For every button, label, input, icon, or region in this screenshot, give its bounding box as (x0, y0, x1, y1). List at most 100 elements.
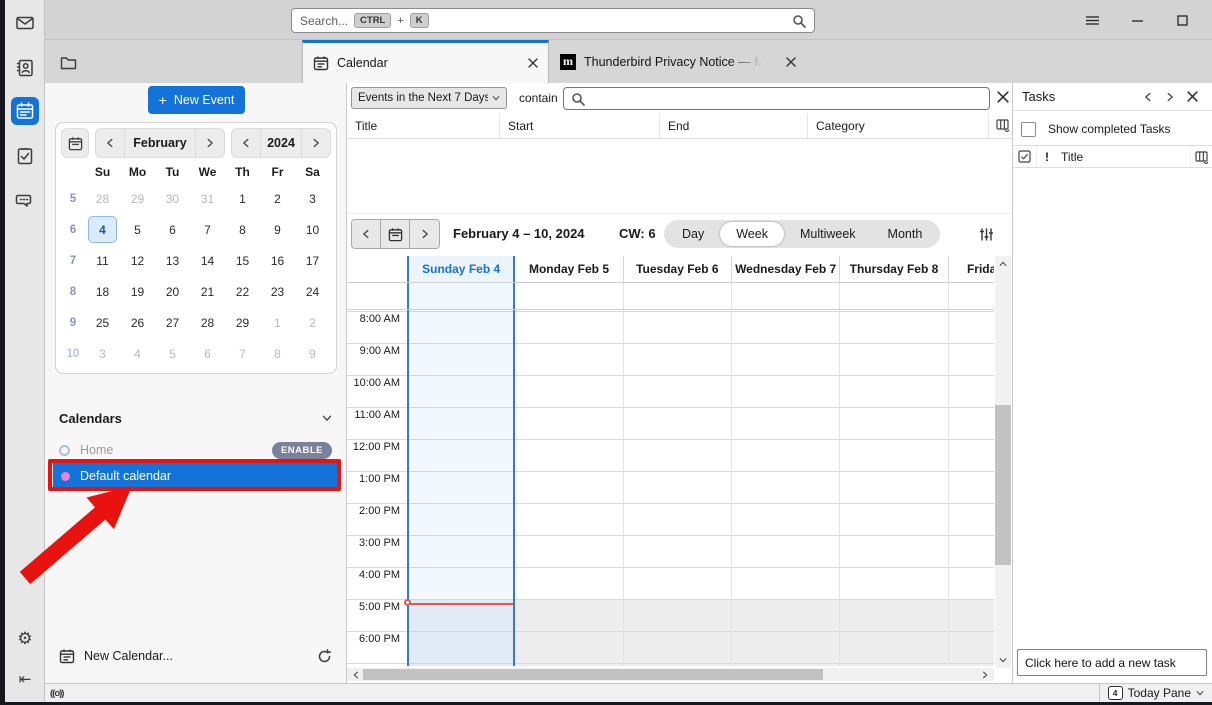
events-range-dropdown[interactable]: Events in the Next 7 Days (351, 87, 507, 109)
mini-day[interactable]: 15 (225, 245, 260, 276)
day-column[interactable] (732, 310, 840, 666)
mini-day[interactable]: 9 (295, 338, 330, 369)
mini-day[interactable]: 2 (260, 183, 295, 214)
allday-cell[interactable] (949, 283, 994, 309)
horizontal-scrollbar-thumb[interactable] (363, 669, 823, 680)
mini-day[interactable]: 31 (190, 183, 225, 214)
vertical-scrollbar-thumb[interactable] (995, 405, 1011, 565)
day-column-header[interactable]: Sunday Feb 4 (407, 256, 515, 282)
app-menu-button[interactable] (1079, 8, 1105, 32)
tasks-next-button[interactable] (1159, 92, 1181, 102)
mini-day[interactable]: 1 (225, 183, 260, 214)
mini-day[interactable]: 12 (120, 245, 155, 276)
tasks-previous-button[interactable] (1137, 92, 1159, 102)
day-column[interactable] (840, 310, 948, 666)
tab-close-button[interactable] (786, 57, 796, 67)
tab-privacy-notice[interactable]: m Thunderbird Privacy Notice — Mozi (550, 40, 806, 83)
day-column-header[interactable]: Wednesday Feb 7 (732, 256, 840, 282)
day-column[interactable] (407, 310, 515, 666)
mini-day[interactable]: 23 (260, 276, 295, 307)
view-tab-multiweek[interactable]: Multiweek (784, 222, 872, 246)
mini-day[interactable]: 14 (190, 245, 225, 276)
add-task-input[interactable]: Click here to add a new task (1017, 649, 1207, 676)
previous-month-button[interactable] (96, 129, 124, 157)
next-month-button[interactable] (196, 129, 224, 157)
mini-day[interactable]: 29 (120, 183, 155, 214)
space-address-book-button[interactable] (12, 55, 38, 81)
mini-day[interactable]: 7 (225, 338, 260, 369)
mini-day[interactable]: 3 (85, 338, 120, 369)
day-column[interactable] (624, 310, 732, 666)
space-chat-button[interactable] (12, 188, 38, 214)
mini-day[interactable]: 10 (295, 214, 330, 245)
day-column-header[interactable]: Monday Feb 5 (515, 256, 623, 282)
mini-day[interactable]: 30 (155, 183, 190, 214)
day-column-header[interactable]: Tuesday Feb 6 (624, 256, 732, 282)
mini-day[interactable]: 25 (85, 307, 120, 338)
view-tab-day[interactable]: Day (666, 222, 720, 246)
next-week-button[interactable] (410, 220, 439, 248)
events-column-header[interactable]: End (660, 113, 808, 138)
mini-day[interactable]: 27 (155, 307, 190, 338)
mini-day[interactable]: 26 (120, 307, 155, 338)
mini-day[interactable]: 4 (120, 338, 155, 369)
priority-column-header[interactable]: ! (1037, 150, 1057, 164)
tab-close-button[interactable] (528, 58, 538, 68)
mini-day[interactable]: 7 (190, 214, 225, 245)
enable-badge[interactable]: ENABLE (272, 442, 332, 459)
mini-day[interactable]: 5 (155, 338, 190, 369)
allday-cell[interactable] (407, 283, 515, 309)
allday-cell[interactable] (515, 283, 623, 309)
space-tasks-button[interactable] (12, 143, 38, 169)
maximize-button[interactable] (1169, 8, 1195, 32)
completed-column-header[interactable] (1013, 146, 1037, 167)
sync-icon[interactable] (317, 649, 332, 664)
mini-day[interactable]: 5 (120, 214, 155, 245)
events-column-picker[interactable] (996, 118, 1010, 135)
mini-day[interactable]: 19 (120, 276, 155, 307)
scroll-down-button[interactable] (995, 652, 1011, 668)
mini-day[interactable]: 24 (295, 276, 330, 307)
vertical-scrollbar[interactable] (995, 256, 1011, 668)
day-column[interactable] (515, 310, 623, 666)
space-calendar-button[interactable] (11, 97, 39, 125)
mini-day[interactable]: 4 (88, 216, 117, 243)
allday-cell[interactable] (840, 283, 948, 309)
tasks-column-picker[interactable] (1190, 146, 1212, 167)
mini-day[interactable]: 9 (260, 214, 295, 245)
scroll-left-button[interactable] (349, 668, 363, 681)
space-mail-button[interactable] (12, 10, 38, 36)
events-search-input[interactable] (563, 87, 990, 110)
mini-day[interactable]: 8 (225, 214, 260, 245)
events-column-header[interactable]: Title (347, 113, 500, 138)
mini-day[interactable]: 29 (225, 307, 260, 338)
mini-day[interactable]: 8 (260, 338, 295, 369)
minimize-button[interactable] (1124, 8, 1150, 32)
mini-day[interactable]: 18 (85, 276, 120, 307)
mini-day[interactable]: 20 (155, 276, 190, 307)
mini-day[interactable]: 3 (295, 183, 330, 214)
new-event-button[interactable]: + New Event (148, 86, 245, 114)
calendars-section-header[interactable]: Calendars (45, 408, 346, 428)
tab-calendar[interactable]: Calendar (302, 40, 549, 83)
mini-day[interactable]: 17 (295, 245, 330, 276)
mini-calendar-today-button[interactable] (61, 128, 89, 158)
day-column-header[interactable]: Friday Feb 9 (949, 256, 994, 282)
mini-day[interactable]: 28 (190, 307, 225, 338)
title-column-header[interactable]: Title (1057, 150, 1190, 164)
tasks-close-button[interactable] (1181, 91, 1203, 102)
global-search-input[interactable]: Search... CTRL + K (291, 8, 815, 33)
mini-day[interactable]: 28 (85, 183, 120, 214)
calendar-item-home[interactable]: Home ENABLE (45, 439, 346, 461)
scroll-up-button[interactable] (995, 256, 1011, 272)
mini-day[interactable]: 22 (225, 276, 260, 307)
mini-day[interactable]: 1 (260, 307, 295, 338)
new-calendar-button[interactable]: New Calendar... (45, 643, 346, 669)
collapse-spaces-button[interactable]: ⇤ (12, 666, 38, 692)
show-completed-checkbox[interactable] (1021, 122, 1036, 137)
scroll-right-button[interactable] (978, 668, 992, 681)
mini-day[interactable]: 6 (190, 338, 225, 369)
folder-view-button[interactable] (57, 51, 79, 73)
previous-week-button[interactable] (352, 220, 381, 248)
close-filter-button[interactable] (997, 91, 1009, 106)
